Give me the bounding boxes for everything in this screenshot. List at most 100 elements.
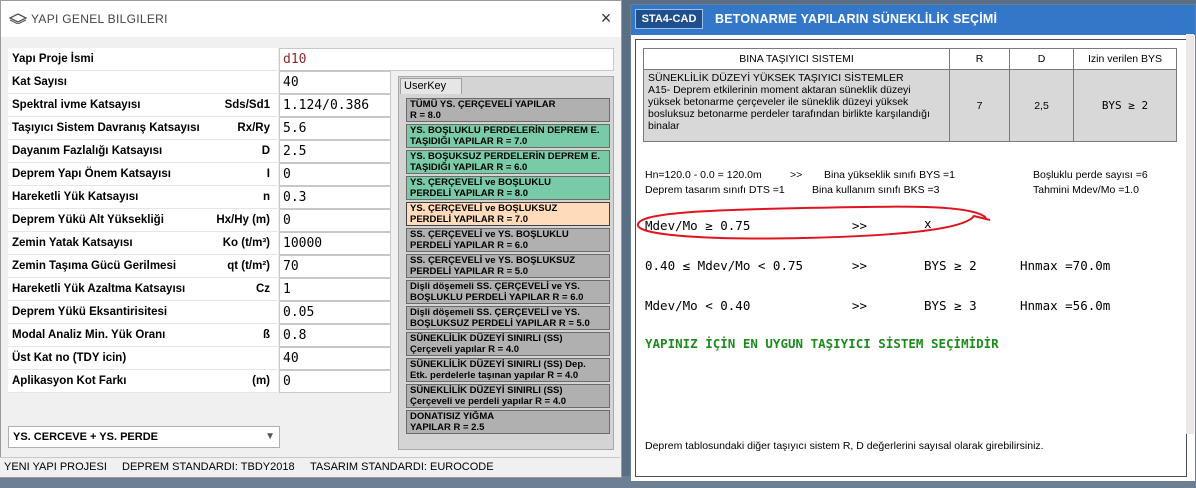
field-label: Spektral ivme Katsayısı Sds/Sd1	[8, 94, 278, 117]
overstrength-input[interactable]: 2.5	[279, 140, 391, 163]
field-unit: D	[261, 145, 270, 157]
system-button[interactable]: SS. ÇERÇEVELİ ve YS. BOŞLUKSUZ PERDELİ YA…	[406, 254, 610, 278]
window-title: BETONARME YAPILARIN SÜNEKLİLİK SEÇİMİ	[715, 12, 998, 26]
field-unit: Rx/Ry	[237, 122, 270, 134]
system-button[interactable]: SS. ÇERÇEVELİ ve YS. BOŞLUKLU PERDELİ YAP…	[406, 228, 610, 252]
form-row: Yapı Proje İsmi d10	[8, 48, 614, 71]
system-button-selected[interactable]: YS. ÇERÇEVELİ ve BOŞLUKSUZ PERDELİ YAPILA…	[406, 202, 610, 226]
system-button[interactable]: SÜNEKLİLİK DÜZEYİ SINIRLI (SS) Dep. Etk. …	[406, 358, 610, 382]
top-floor-input[interactable]: 40	[279, 347, 391, 370]
floor-count-input[interactable]: 40	[279, 71, 391, 94]
field-label: Aplikasyon Kot Farkı (m)	[8, 370, 278, 393]
field-unit: n	[262, 191, 270, 203]
system-button-title: SÜNEKLİLİK DÜZEYİ SINIRLI (SS) Dep.	[410, 359, 586, 370]
hnmax-value: Hnmax =70.0m	[1020, 258, 1111, 273]
d-value: 2,5	[1009, 69, 1074, 142]
system-button[interactable]: YS. ÇERÇEVELİ ve BOŞLUKLU PERDELİ YAPILAR…	[406, 176, 610, 200]
system-button[interactable]: TÜMÜ YS. ÇERÇEVELİ YAPILAR R = 8.0	[406, 98, 610, 122]
system-button-title: YS. BOŞLUKLU PERDELERİN DEPREM E.	[410, 125, 600, 136]
col-header: R	[949, 48, 1010, 70]
importance-input[interactable]: 0	[279, 163, 391, 186]
system-button[interactable]: YS. BOŞUKSUZ PERDELERİN DEPREM E. TAŞIDIĞ…	[406, 150, 610, 174]
project-name-input[interactable]: d10	[279, 48, 614, 71]
footnote: Deprem tablosundaki diğer taşıyıcı siste…	[645, 440, 1044, 452]
field-label: Yapı Proje İsmi	[8, 48, 278, 71]
system-button-subtitle: PERDELİ YAPILAR R = 6.0	[410, 239, 528, 251]
height-class: Bina yükseklik sınıfı BYS =1	[824, 169, 956, 181]
col-header: BINA TAŞIYICI SISTEMI	[643, 48, 950, 70]
system-button-title: SÜNEKLİLİK DÜZEYİ SINIRLI (SS)	[410, 385, 563, 396]
r-value: 7	[949, 69, 1010, 142]
live-load-coef-input[interactable]: 0.3	[279, 186, 391, 209]
system-button-title: Dişli döşemeli SS. ÇERÇEVELİ ve YS.	[410, 307, 580, 318]
status-design-standard: TASARIM STANDARDI: EUROCODE	[310, 461, 494, 473]
perforated-wall-count: Boşluklu perde sayısı =6	[1033, 169, 1148, 181]
app-badge: STA4-CAD	[635, 9, 703, 29]
live-load-reduction-input[interactable]: 1	[279, 278, 391, 301]
system-button-subtitle: Etk. perdelerle taşınan yapılar R = 4.0	[410, 369, 579, 381]
select-value: YS. CERCEVE + YS. PERDE	[13, 431, 158, 443]
table-header-row: BINA TAŞIYICI SISTEMI R D Izin verilen B…	[643, 48, 1177, 70]
field-label: Dayanım Fazlalığı Katsayısı D	[8, 140, 278, 163]
field-label: Deprem Yükü Eksantirisitesi	[8, 301, 278, 324]
bearing-stress-input[interactable]: 70	[279, 255, 391, 278]
window-titlebar[interactable]: YAPI GENEL BILGILERI ×	[1, 1, 621, 37]
behavior-coef-input[interactable]: 5.6	[279, 117, 391, 140]
elevation-diff-input[interactable]: 0	[279, 370, 391, 393]
scrollbar[interactable]	[1186, 34, 1194, 434]
window-title: YAPI GENEL BILGILERI	[31, 12, 168, 26]
system-button-subtitle: Çerçeveli yapılar R = 4.0	[410, 343, 520, 355]
field-label: Deprem Yükü Alt Yüksekliği Hx/Hy (m)	[8, 209, 278, 232]
system-button[interactable]: DONATISIZ YIĞMA YAPILAR R = 2.5	[406, 410, 610, 434]
modal-ratio-input[interactable]: 0.8	[279, 324, 391, 347]
system-button[interactable]: Dişli döşemeli SS. ÇERÇEVELİ ve YS. BOŞLU…	[406, 306, 610, 330]
system-button-subtitle: BOŞLUKLU PERDELİ YAPILAR R = 6.0	[410, 291, 584, 303]
status-bar: YENI YAPI PROJESI DEPREM STANDARDI: TBDY…	[0, 457, 620, 477]
system-button-subtitle: YAPILAR R = 2.5	[410, 421, 485, 433]
chevron-down-icon[interactable]: ▼	[265, 427, 275, 447]
system-button[interactable]: SÜNEKLİLİK DÜZEYİ SINIRLI (SS) Çerçeveli …	[406, 332, 610, 356]
system-button-title: TÜMÜ YS. ÇERÇEVELİ YAPILAR	[410, 99, 556, 110]
field-label: Modal Analiz Min. Yük Oranı ß	[8, 324, 278, 347]
status-project: YENI YAPI PROJESI	[4, 461, 107, 473]
system-button-subtitle: BOŞLUKSUZ PERDELİ YAPILAR R = 5.0	[410, 317, 590, 329]
bys-value: BYS ≥ 2	[1073, 69, 1177, 142]
status-earthquake-standard: DEPREM STANDARDI: TBDY2018	[122, 461, 295, 473]
height-calc: Hn=120.0 - 0.0 = 120.0m	[645, 169, 762, 181]
spectral-coef-input[interactable]: 1.124/0.386	[279, 94, 391, 117]
system-button-title: YS. ÇERÇEVELİ ve BOŞLUKSUZ	[410, 203, 558, 214]
bys-result: BYS ≥ 2	[924, 258, 977, 273]
arrow-text: >>	[852, 298, 868, 313]
system-description-title: SÜNEKLİLİK DÜZEYİ YÜKSEK TAŞIYICI SİSTEM…	[648, 72, 904, 84]
subgrade-coef-input[interactable]: 10000	[279, 232, 391, 255]
field-label: Zemin Taşıma Gücü Gerilmesi qt (t/m²)	[8, 255, 278, 278]
system-button-subtitle: TAŞIDIĞI YAPILAR R = 6.0	[410, 161, 528, 173]
close-icon[interactable]: ×	[597, 9, 615, 27]
arrow-text: >>	[790, 169, 803, 181]
system-button[interactable]: Dişli döşemeli SS. ÇERÇEVELİ ve YS. BOŞLU…	[406, 280, 610, 304]
arrow-text: >>	[852, 258, 868, 273]
field-unit: I	[266, 168, 270, 180]
mdev-estimate: Tahmini Mdev/Mo =1.0	[1033, 184, 1139, 196]
system-button[interactable]: YS. BOŞLUKLU PERDELERİN DEPREM E. TAŞIDIĞ…	[406, 124, 610, 148]
system-type-select[interactable]: YS. CERCEVE + YS. PERDE ▼	[8, 426, 280, 448]
system-description-body: A15- Deprem etkilerinin moment aktaran s…	[648, 84, 930, 132]
field-unit: Hx/Hy (m)	[216, 214, 270, 226]
window-titlebar[interactable]: STA4-CAD BETONARME YAPILARIN SÜNEKLİLİK …	[631, 5, 1195, 35]
system-button-title: YS. ÇERÇEVELİ ve BOŞLUKLU	[410, 177, 551, 188]
field-label: Kat Sayısı	[8, 71, 278, 94]
system-button-title: DONATISIZ YIĞMA	[410, 411, 495, 422]
usage-class: Bina kullanım sınıfı BKS =3	[812, 184, 940, 196]
tab-userkey[interactable]: UserKey	[400, 78, 462, 94]
field-unit: ß	[262, 329, 270, 341]
eccentricity-input[interactable]: 0.05	[279, 301, 391, 324]
field-unit: Cz	[255, 283, 270, 295]
system-button-subtitle: PERDELİ YAPILAR R = 8.0	[410, 187, 528, 199]
field-unit: Sds/Sd1	[224, 99, 270, 111]
system-button-title: SS. ÇERÇEVELİ ve YS. BOŞLUKSUZ	[410, 255, 576, 266]
lower-height-input[interactable]: 0	[279, 209, 391, 232]
highlight-ellipse	[637, 205, 991, 240]
field-label: Hareketli Yük Azaltma Katsayısı Cz	[8, 278, 278, 301]
system-button[interactable]: SÜNEKLİLİK DÜZEYİ SINIRLI (SS) Çerçeveli …	[406, 384, 610, 408]
hnmax-value: Hnmax =56.0m	[1020, 298, 1111, 313]
